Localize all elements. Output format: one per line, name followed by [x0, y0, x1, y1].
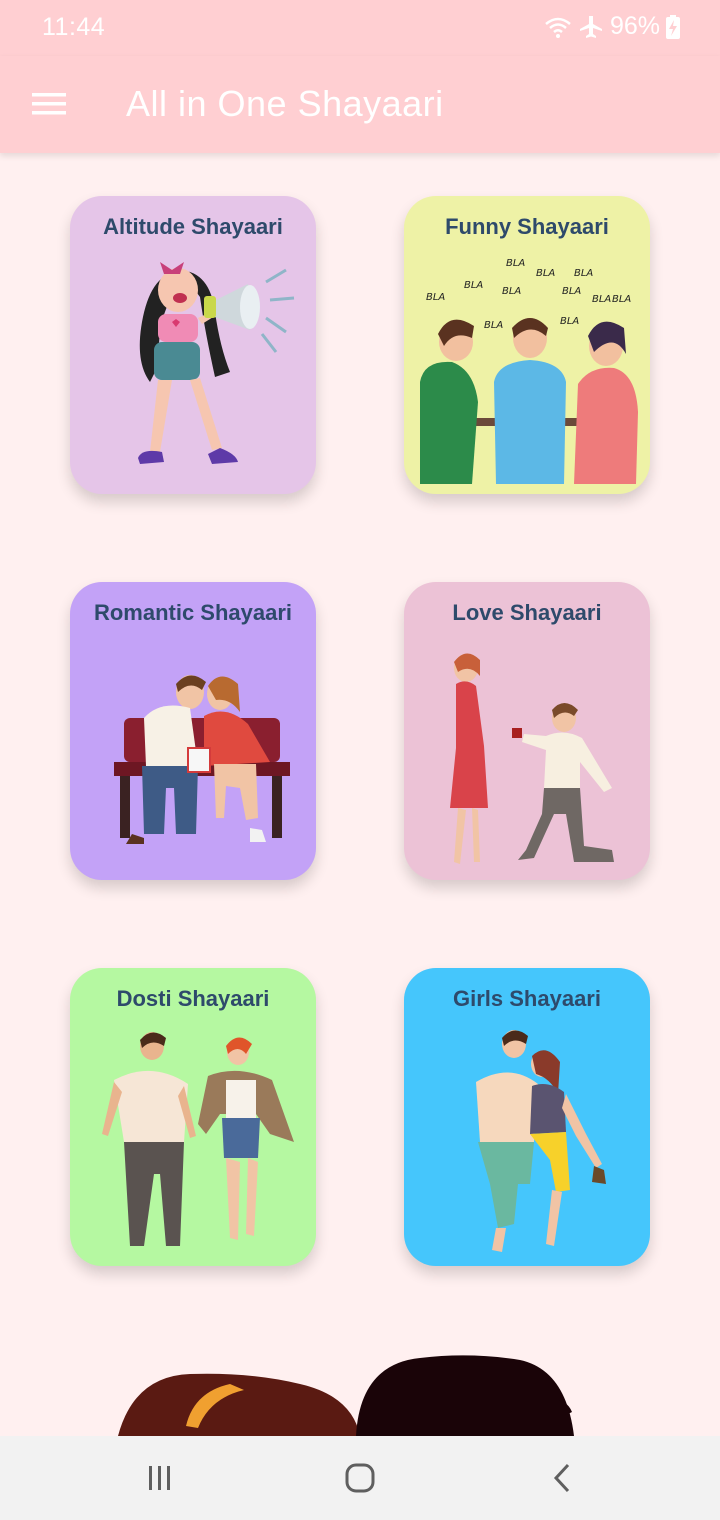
svg-text:BLA: BLA: [574, 268, 593, 279]
recent-apps-icon[interactable]: [140, 1458, 180, 1498]
svg-text:BLA: BLA: [506, 258, 525, 269]
category-card-girls[interactable]: Girls Shayaari: [404, 968, 650, 1266]
marriage-proposal-illustration: [450, 653, 614, 864]
svg-text:BLA: BLA: [464, 280, 483, 291]
category-card-dosti[interactable]: Dosti Shayaari: [70, 968, 316, 1266]
home-icon[interactable]: [340, 1458, 380, 1498]
battery-charging-icon: [666, 14, 680, 39]
svg-text:BLA: BLA: [536, 268, 555, 279]
status-bar: 11:44 96%: [0, 0, 720, 56]
svg-text:BLA: BLA: [612, 294, 631, 305]
svg-text:BLA: BLA: [592, 294, 611, 305]
category-card-romantic[interactable]: Romantic Shayaari: [70, 582, 316, 880]
category-label: Love Shayaari: [452, 600, 602, 625]
status-time: 11:44: [42, 13, 106, 41]
app-title: All in One Shayaari: [126, 83, 444, 124]
category-label: Romantic Shayaari: [93, 600, 293, 625]
friends-laughing-illustration: BLABLA BLA BLABLABLA BLABLA BLA BLA BLA: [420, 258, 638, 484]
category-label: Funny Shayaari: [445, 214, 609, 239]
hamburger-menu-icon[interactable]: [28, 83, 70, 125]
battery-percent: 96%: [609, 12, 660, 40]
app-bar: All in One Shayaari: [0, 56, 720, 153]
system-nav-bar: [0, 1436, 720, 1520]
wifi-icon: [544, 15, 572, 39]
svg-text:BLA: BLA: [560, 316, 579, 327]
couple-hugging-illustration: [476, 1030, 606, 1252]
airplane-icon: [578, 14, 604, 40]
svg-text:BLA: BLA: [484, 320, 503, 331]
category-card-altitude[interactable]: Altitude Shayaari: [70, 196, 316, 494]
svg-text:BLA: BLA: [426, 292, 445, 303]
category-label: Dosti Shayaari: [116, 986, 270, 1011]
girl-megaphone-illustration: [138, 262, 295, 464]
friends-walking-illustration: [102, 1032, 294, 1246]
category-label: Altitude Shayaari: [103, 214, 283, 239]
couple-on-bench-illustration: [114, 675, 290, 844]
banner-image: [0, 1300, 720, 1436]
back-icon[interactable]: [542, 1458, 582, 1498]
category-card-love[interactable]: Love Shayaari: [404, 582, 650, 880]
svg-text:BLA: BLA: [562, 286, 581, 297]
category-card-funny[interactable]: Funny Shayaari BLA BLA BLA BLA BLA BLA BLA BL…: [404, 196, 650, 494]
svg-text:BLA: BLA: [502, 286, 521, 297]
category-label: Girls Shayaari: [453, 986, 601, 1011]
